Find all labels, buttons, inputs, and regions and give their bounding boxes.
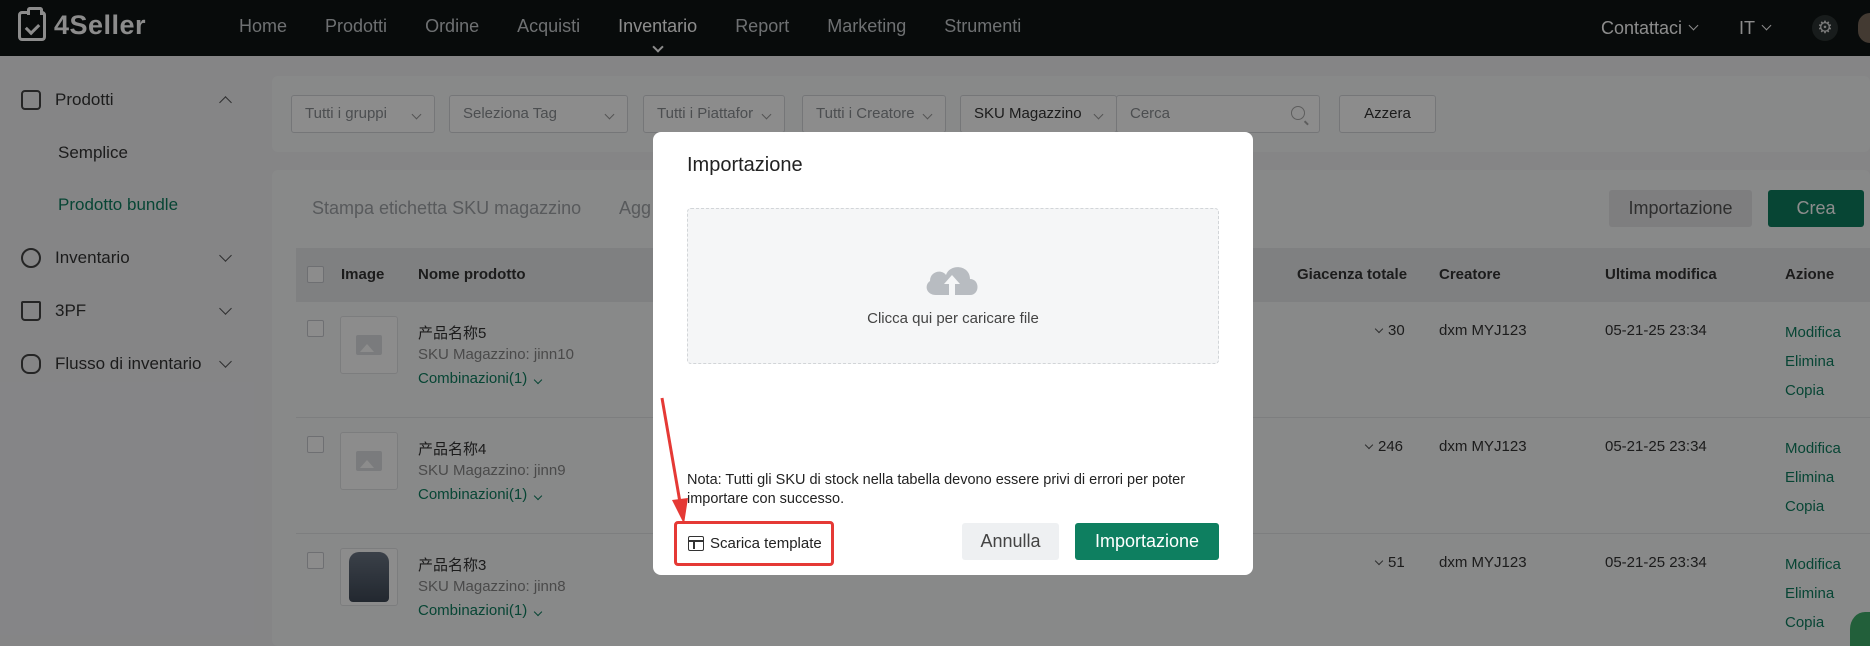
annotation-arrow-icon	[660, 397, 688, 524]
upload-instruction: Clicca qui per caricare file	[867, 310, 1039, 327]
import-dialog: Importazione Clicca qui per caricare fil…	[653, 132, 1253, 575]
dialog-title: Importazione	[687, 154, 803, 176]
template-table-icon	[688, 536, 704, 551]
file-upload-dropzone[interactable]: Clicca qui per caricare file	[687, 208, 1219, 364]
download-template-label: Scarica template	[710, 535, 822, 552]
cancel-button[interactable]: Annulla	[962, 523, 1059, 560]
cloud-upload-icon	[926, 267, 978, 295]
confirm-import-button[interactable]: Importazione	[1075, 523, 1219, 560]
import-note: Nota: Tutti gli SKU di stock nella tabel…	[687, 472, 1186, 507]
download-template-button[interactable]: Scarica template	[674, 521, 834, 566]
